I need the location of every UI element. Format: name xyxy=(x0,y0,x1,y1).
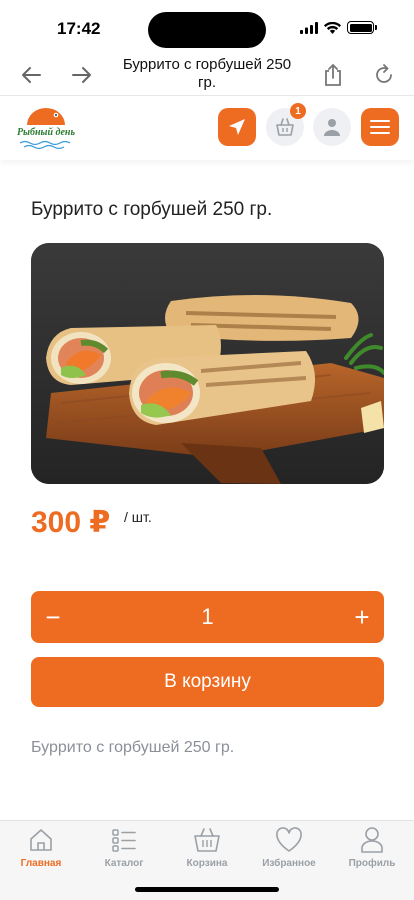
logo-text: Рыбный день xyxy=(16,127,76,138)
price-unit: / шт. xyxy=(124,509,152,525)
dynamic-island xyxy=(148,12,266,48)
product-price: 300 ₽ xyxy=(31,506,111,539)
site-header: Рыбный день 1 xyxy=(0,97,414,160)
basket-icon xyxy=(276,118,294,136)
location-button[interactable] xyxy=(218,108,256,146)
battery-icon xyxy=(347,21,377,34)
product-image xyxy=(31,243,384,484)
browser-toolbar: Буррито с горбушей 250 гр. xyxy=(0,54,414,96)
user-icon xyxy=(324,119,340,136)
tab-catalog[interactable]: Каталог xyxy=(83,825,165,873)
home-icon xyxy=(26,825,56,855)
cart-button[interactable]: 1 xyxy=(266,103,306,146)
quantity-value[interactable]: 1 xyxy=(91,591,324,643)
add-to-cart-button[interactable]: В корзину xyxy=(31,657,384,707)
product-description: Буррито с горбушей 250 гр. xyxy=(31,739,235,756)
logo[interactable]: Рыбный день xyxy=(14,103,78,153)
navigation-arrow-icon xyxy=(229,119,245,135)
catalog-icon xyxy=(109,825,139,855)
tab-label: Корзина xyxy=(186,858,228,869)
profile-button[interactable] xyxy=(313,108,351,146)
signal-icon xyxy=(300,21,318,34)
decrease-quantity-button[interactable]: − xyxy=(31,591,75,643)
status-icons xyxy=(300,21,377,34)
heart-icon xyxy=(274,825,304,855)
back-arrow-icon[interactable] xyxy=(16,60,46,90)
tab-label: Избранное xyxy=(262,858,316,869)
tab-home[interactable]: Главная xyxy=(0,825,82,873)
tab-favorites[interactable]: Избранное xyxy=(248,825,330,873)
wifi-icon xyxy=(324,21,341,34)
burrito-photo-icon xyxy=(31,243,384,484)
share-icon[interactable] xyxy=(318,60,348,90)
product-title: Буррито с горбушей 250 гр. xyxy=(31,199,273,220)
reload-icon[interactable] xyxy=(369,60,399,90)
tab-label: Профиль xyxy=(348,858,396,869)
increase-quantity-button[interactable]: + xyxy=(340,591,384,643)
forward-arrow-icon[interactable] xyxy=(67,60,97,90)
basket-icon xyxy=(192,825,222,855)
quantity-stepper: − 1 + xyxy=(31,591,384,643)
status-bar: 17:42 xyxy=(0,0,414,54)
browser-page-title: Буррито с горбушей 250 гр. xyxy=(122,56,292,91)
hamburger-menu-icon xyxy=(370,120,390,134)
tab-label: Главная xyxy=(20,858,62,869)
tab-cart[interactable]: Корзина xyxy=(166,825,248,873)
tab-profile[interactable]: Профиль xyxy=(331,825,413,873)
tab-label: Каталог xyxy=(104,858,144,869)
status-time: 17:42 xyxy=(57,19,101,38)
profile-icon xyxy=(357,825,387,855)
cart-count-badge: 1 xyxy=(290,103,306,119)
menu-button[interactable] xyxy=(361,108,399,146)
home-indicator xyxy=(135,887,279,892)
